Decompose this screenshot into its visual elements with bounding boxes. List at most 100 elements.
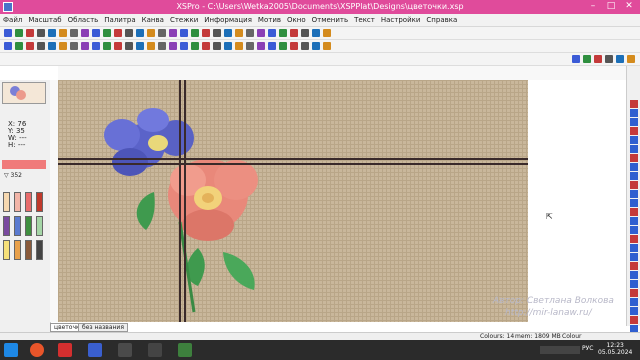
toolbar-button[interactable] bbox=[191, 29, 199, 37]
stitch-tool-icon[interactable] bbox=[630, 199, 638, 207]
toolbar-button[interactable] bbox=[290, 42, 298, 50]
menu-item[interactable]: Стежки bbox=[167, 14, 201, 26]
toolbar-button[interactable] bbox=[279, 29, 287, 37]
menu-item[interactable]: Информация bbox=[201, 14, 255, 26]
app-icon-green[interactable] bbox=[178, 343, 192, 357]
toolbar-button[interactable] bbox=[235, 29, 243, 37]
toolbar-button[interactable] bbox=[616, 55, 624, 63]
toolbar-button[interactable] bbox=[224, 42, 232, 50]
toolbar-button[interactable] bbox=[70, 42, 78, 50]
pdf-icon[interactable] bbox=[58, 343, 72, 357]
menu-item[interactable]: Текст bbox=[351, 14, 378, 26]
toolbar-button[interactable] bbox=[103, 29, 111, 37]
close-icon[interactable]: ✕ bbox=[620, 0, 638, 14]
toolbar-button[interactable] bbox=[114, 42, 122, 50]
stitch-tool-icon[interactable] bbox=[630, 316, 638, 324]
toolbar-button[interactable] bbox=[191, 42, 199, 50]
toolbar-button[interactable] bbox=[15, 29, 23, 37]
toolbar-button[interactable] bbox=[202, 29, 210, 37]
menu-item[interactable]: Масштаб bbox=[25, 14, 64, 26]
toolbar-button[interactable] bbox=[26, 42, 34, 50]
xsp-app-icon[interactable] bbox=[88, 343, 102, 357]
stitch-tool-icon[interactable] bbox=[630, 307, 638, 315]
stitch-tool-icon[interactable] bbox=[630, 298, 638, 306]
toolbar-button[interactable] bbox=[158, 42, 166, 50]
palette-swatch[interactable] bbox=[36, 240, 43, 260]
menu-item[interactable]: Мотив bbox=[255, 14, 284, 26]
menu-item[interactable]: Окно bbox=[284, 14, 309, 26]
menu-item[interactable]: Справка bbox=[423, 14, 460, 26]
toolbar-button[interactable] bbox=[136, 42, 144, 50]
stitch-tool-icon[interactable] bbox=[630, 289, 638, 297]
toolbar-button[interactable] bbox=[59, 29, 67, 37]
recorder-icon[interactable] bbox=[148, 343, 162, 357]
toolbar-button[interactable] bbox=[594, 55, 602, 63]
palette-swatch[interactable] bbox=[36, 216, 43, 236]
toolbar-button[interactable] bbox=[92, 29, 100, 37]
toolbar-button[interactable] bbox=[114, 29, 122, 37]
toolbar-button[interactable] bbox=[48, 42, 56, 50]
toolbar-button[interactable] bbox=[125, 42, 133, 50]
maximize-icon[interactable]: □ bbox=[602, 0, 620, 14]
toolbar-button[interactable] bbox=[180, 29, 188, 37]
stitch-tool-icon[interactable] bbox=[630, 226, 638, 234]
stitch-tool-icon[interactable] bbox=[630, 154, 638, 162]
toolbar-button[interactable] bbox=[583, 55, 591, 63]
palette-swatch[interactable] bbox=[36, 192, 43, 212]
stitch-tool-icon[interactable] bbox=[630, 208, 638, 216]
menu-item[interactable]: Канва bbox=[139, 14, 167, 26]
toolbar-button[interactable] bbox=[301, 29, 309, 37]
palette-swatch[interactable] bbox=[14, 240, 21, 260]
menu-item[interactable]: Файл bbox=[0, 14, 25, 26]
toolbar-button[interactable] bbox=[180, 42, 188, 50]
toolbar-button[interactable] bbox=[572, 55, 580, 63]
toolbar-button[interactable] bbox=[81, 42, 89, 50]
stitch-tool-icon[interactable] bbox=[630, 271, 638, 279]
toolbar-button[interactable] bbox=[224, 29, 232, 37]
stitch-tool-icon[interactable] bbox=[630, 253, 638, 261]
toolbar-button[interactable] bbox=[323, 29, 331, 37]
menu-item[interactable]: Отменить bbox=[309, 14, 352, 26]
toolbar-button[interactable] bbox=[92, 42, 100, 50]
menu-item[interactable]: Область bbox=[65, 14, 102, 26]
toolbar-button[interactable] bbox=[26, 29, 34, 37]
toolbar-button[interactable] bbox=[37, 29, 45, 37]
toolbar-button[interactable] bbox=[136, 29, 144, 37]
toolbar-button[interactable] bbox=[59, 42, 67, 50]
tab-untitled[interactable]: без названия bbox=[78, 323, 128, 332]
design-canvas[interactable]: ⇱ bbox=[58, 80, 626, 322]
stitch-tool-icon[interactable] bbox=[630, 235, 638, 243]
toolbar-button[interactable] bbox=[125, 29, 133, 37]
toolbar-button[interactable] bbox=[246, 42, 254, 50]
language-indicator[interactable]: РУС bbox=[582, 345, 593, 352]
preview-thumbnail[interactable] bbox=[2, 82, 46, 104]
stitch-tool-icon[interactable] bbox=[630, 136, 638, 144]
fabric-grid[interactable] bbox=[58, 80, 528, 322]
toolbar-button[interactable] bbox=[279, 42, 287, 50]
palette-swatch[interactable] bbox=[3, 192, 10, 212]
menu-item[interactable]: Палитра bbox=[101, 14, 138, 26]
toolbar-button[interactable] bbox=[301, 42, 309, 50]
stitch-tool-icon[interactable] bbox=[630, 145, 638, 153]
toolbar-button[interactable] bbox=[169, 42, 177, 50]
toolbar-button[interactable] bbox=[290, 29, 298, 37]
toolbar-button[interactable] bbox=[37, 42, 45, 50]
stitch-tool-icon[interactable] bbox=[630, 181, 638, 189]
toolbar-button[interactable] bbox=[312, 29, 320, 37]
toolbar-button[interactable] bbox=[257, 29, 265, 37]
toolbar-button[interactable] bbox=[257, 42, 265, 50]
palette-swatch[interactable] bbox=[14, 192, 21, 212]
start-icon[interactable] bbox=[4, 343, 18, 357]
palette-swatch[interactable] bbox=[14, 216, 21, 236]
menu-item[interactable]: Настройки bbox=[378, 14, 424, 26]
toolbar-button[interactable] bbox=[213, 29, 221, 37]
toolbar-button[interactable] bbox=[235, 42, 243, 50]
toolbar-button[interactable] bbox=[48, 29, 56, 37]
toolbar-button[interactable] bbox=[15, 42, 23, 50]
toolbar-button[interactable] bbox=[147, 42, 155, 50]
palette-swatch[interactable] bbox=[25, 192, 32, 212]
minimize-icon[interactable]: – bbox=[584, 0, 602, 14]
toolbar-button[interactable] bbox=[323, 42, 331, 50]
toolbar-button[interactable] bbox=[246, 29, 254, 37]
toolbar-button[interactable] bbox=[169, 29, 177, 37]
